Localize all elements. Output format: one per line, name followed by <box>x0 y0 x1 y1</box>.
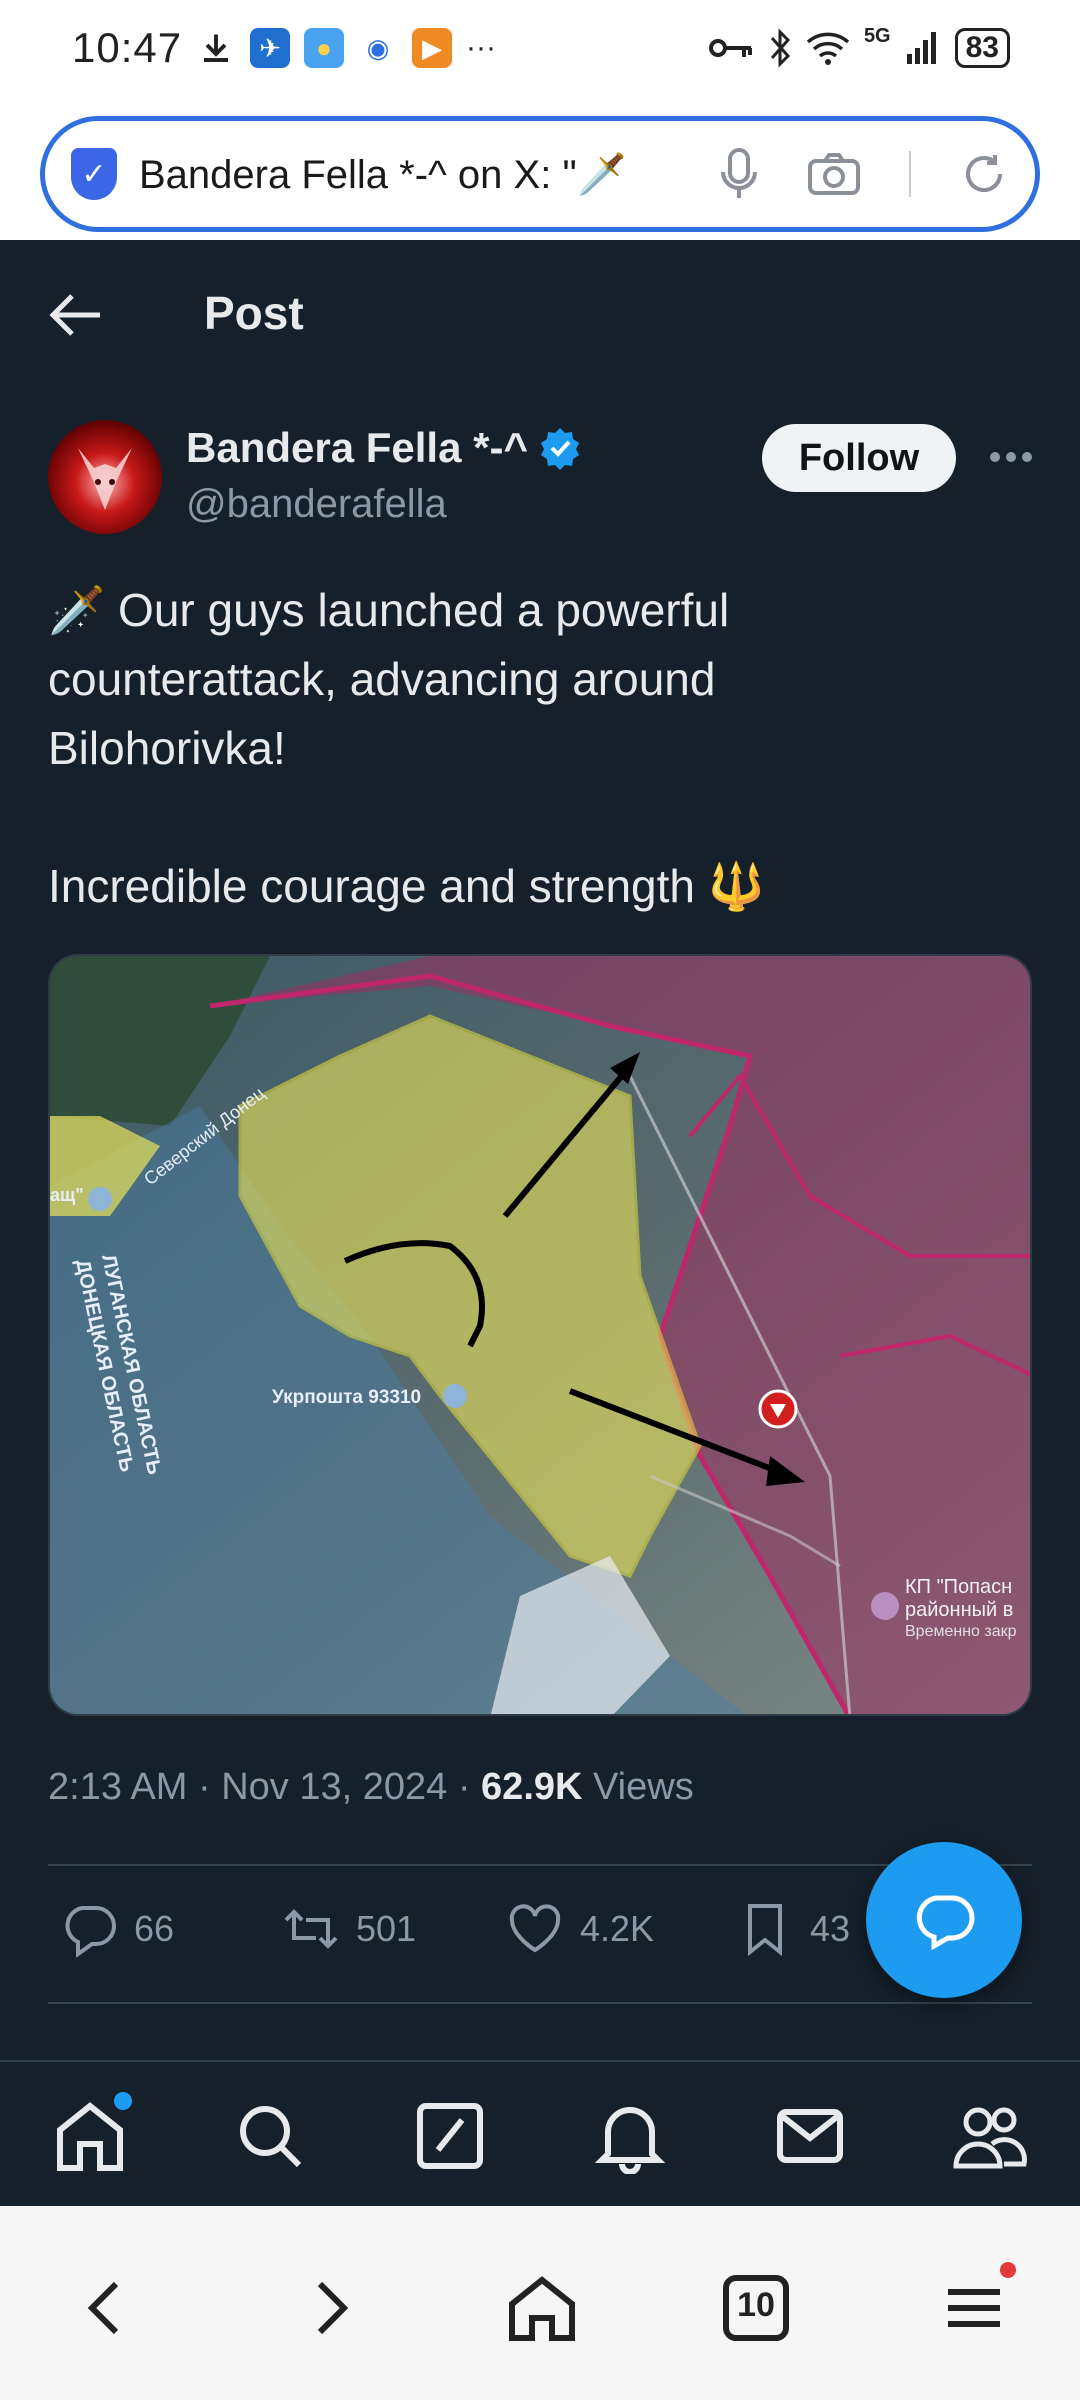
tab-notifications[interactable] <box>592 2098 668 2175</box>
bell-icon <box>594 2107 666 2175</box>
more-notifications-icon: ··· <box>466 31 496 64</box>
bookmark-icon <box>748 1904 782 1957</box>
compose-reply-fab[interactable] <box>866 1842 1022 1998</box>
address-bar[interactable]: ✓ Bandera Fella *-^ on X: "🗡️ <box>40 116 1040 232</box>
tabs-count: 10 <box>737 2286 775 2324</box>
post-time: 2:13 AM <box>48 1766 188 1808</box>
weather-icon: ● <box>304 28 344 68</box>
bluetooth-icon <box>770 28 790 68</box>
bottom-tab-bar <box>0 2060 1080 2206</box>
post-meta: 2:13 AM · Nov 13, 2024 · 62.9K Views <box>48 1766 694 1809</box>
map-label-kp-3: Временно закр <box>905 1623 1017 1640</box>
avatar[interactable] <box>48 420 162 534</box>
follow-button[interactable]: Follow <box>762 424 956 492</box>
post-image-map[interactable]: Северский Донец ащ" ЛУГАНСКАЯ ОБЛАСТЬ ДО… <box>48 954 1032 1716</box>
author-name-text[interactable]: Bandera Fella *-^ <box>186 424 528 472</box>
more-options-icon[interactable] <box>984 430 1038 484</box>
bookmark-button[interactable]: 43 <box>736 1900 850 1958</box>
browser-menu-button[interactable] <box>934 2262 1016 2348</box>
people-icon <box>953 2107 1027 2169</box>
app-icon-blue: ✈ <box>250 28 290 68</box>
home-icon <box>57 2102 123 2171</box>
repost-button[interactable]: 501 <box>282 1900 416 1958</box>
tab-home[interactable] <box>52 2092 132 2174</box>
compose-icon <box>417 2103 483 2169</box>
battery-indicator: 83 <box>954 28 1010 68</box>
browser-tabs-button[interactable]: 10 <box>716 2268 796 2348</box>
notification-dot <box>114 2092 132 2110</box>
address-text[interactable]: Bandera Fella *-^ on X: "🗡️ <box>139 151 699 198</box>
browser-toolbar: ✓ Bandera Fella *-^ on X: "🗡️ <box>0 100 1080 240</box>
chevron-right-icon <box>317 2281 349 2335</box>
reload-icon[interactable] <box>959 149 1009 199</box>
divider <box>48 1864 1032 1866</box>
post-header: Post <box>0 240 1080 390</box>
like-button[interactable]: 4.2K <box>506 1900 654 1958</box>
meta-separator: · <box>197 1766 211 1808</box>
status-notification-icons: ✈ ● ◉ ▶ ··· <box>196 28 496 68</box>
back-arrow-icon[interactable] <box>40 280 110 350</box>
author-handle[interactable]: @banderafella <box>186 482 447 527</box>
chevron-left-icon <box>87 2281 119 2335</box>
tab-messages[interactable] <box>772 2098 848 2174</box>
mail-icon <box>777 2109 843 2163</box>
video-app-icon: ▶ <box>412 28 452 68</box>
meta-separator: · <box>457 1766 471 1808</box>
views-label: Views <box>593 1766 694 1808</box>
post-actions: 66 501 4.2K 43 <box>60 1900 860 1970</box>
browser-back-button[interactable] <box>66 2268 146 2348</box>
post-line: Bilohorivka! <box>48 722 286 774</box>
map-label-kp-2: районный в <box>905 1599 1013 1621</box>
toolbar-divider <box>909 151 911 197</box>
key-icon <box>708 39 752 57</box>
status-right-icons: 5G 83 <box>708 24 1010 68</box>
post-date: Nov 13, 2024 <box>221 1766 448 1808</box>
tab-compose[interactable] <box>412 2098 488 2174</box>
menu-icon <box>948 2289 1000 2327</box>
post-line-blank <box>48 783 1028 852</box>
post-line: counterattack, advancing around <box>48 653 716 705</box>
author-name[interactable]: Bandera Fella *-^ <box>186 424 582 472</box>
browser-home-button[interactable] <box>502 2268 582 2348</box>
repost-count: 501 <box>356 1908 417 1949</box>
page-title: Post <box>204 287 304 339</box>
map-label-left-cut: ащ" <box>50 1185 84 1205</box>
map-label-postoffice: Укрпошта 93310 <box>272 1387 421 1408</box>
chat-bubble-icon <box>916 1895 975 1951</box>
tab-communities[interactable] <box>952 2098 1028 2174</box>
wifi-icon <box>806 32 850 65</box>
repost-icon <box>284 1909 338 1949</box>
map-label-kp-1: КП "Попасн <box>905 1576 1012 1598</box>
browser-forward-button[interactable] <box>290 2268 370 2348</box>
shield-check-icon: ✓ <box>71 148 117 200</box>
network-type: 5G <box>863 24 891 47</box>
search-icon <box>240 2106 302 2168</box>
post-text: 🗡️ Our guys launched a powerful countera… <box>48 576 1028 921</box>
browser-nav-bar: 10 <box>0 2206 1080 2400</box>
browser-app-icon: ◉ <box>366 32 390 63</box>
camera-icon[interactable] <box>807 151 861 197</box>
bookmark-count: 43 <box>810 1908 851 1949</box>
reply-button[interactable]: 66 <box>60 1900 174 1958</box>
reply-icon <box>65 1906 116 1958</box>
reply-count: 66 <box>134 1908 175 1949</box>
verified-badge-icon <box>540 428 579 470</box>
like-count: 4.2K <box>580 1908 655 1949</box>
post-line: 🗡️ Our guys launched a powerful <box>48 584 730 636</box>
status-time: 10:47 <box>72 24 183 71</box>
download-icon <box>196 28 236 68</box>
home-icon <box>509 2276 575 2341</box>
signal-icon <box>906 32 936 64</box>
status-bar: 10:47 ✈ ● ◉ ▶ ··· 5G 83 <box>0 0 1080 100</box>
heart-icon <box>509 1904 561 1953</box>
menu-notification-dot <box>1000 2262 1016 2278</box>
tab-search[interactable] <box>232 2098 308 2174</box>
microphone-icon[interactable] <box>719 146 759 202</box>
divider <box>48 2002 1032 2004</box>
views-count[interactable]: 62.9K <box>481 1766 582 1808</box>
post-line: Incredible courage and strength 🔱 <box>48 860 766 912</box>
